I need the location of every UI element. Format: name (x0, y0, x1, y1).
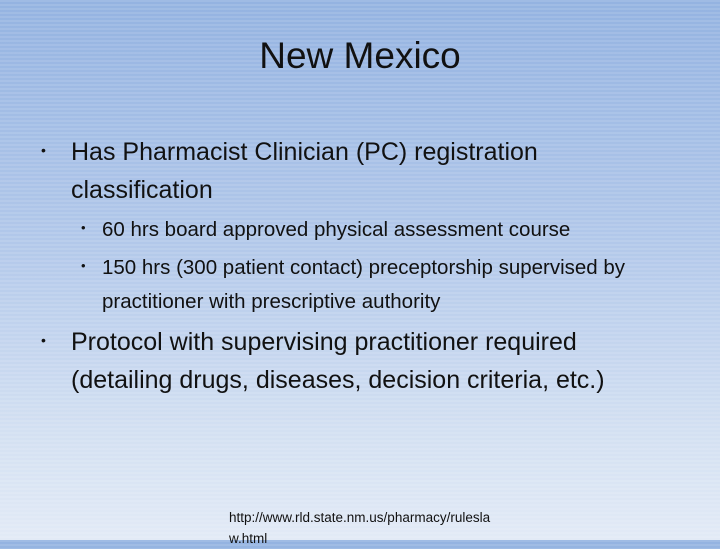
bullet-list: • Has Pharmacist Clinician (PC) registra… (0, 133, 720, 401)
bullet-marker: • (41, 332, 46, 348)
sub-bullet-text: 60 hrs board approved physical assessmen… (102, 218, 571, 241)
bullet-text: Has Pharmacist Clinician (PC) registrati… (71, 138, 538, 204)
sub-bullet-item: • 150 hrs (300 patient contact) precepto… (71, 251, 660, 319)
sub-bullet-marker: • (81, 220, 86, 235)
sub-bullet-list: • 60 hrs board approved physical assessm… (71, 213, 660, 319)
bullet-item: • Has Pharmacist Clinician (PC) registra… (0, 133, 720, 319)
sub-bullet-item: • 60 hrs board approved physical assessm… (71, 213, 660, 247)
sub-bullet-text: 150 hrs (300 patient contact) preceptors… (102, 256, 626, 313)
bullet-marker: • (41, 142, 46, 158)
sub-bullet-marker: • (81, 258, 86, 273)
slide: New Mexico • Has Pharmacist Clinician (P… (0, 0, 720, 546)
bullet-text: Protocol with supervising practitioner r… (71, 328, 605, 394)
bullet-item: • Protocol with supervising practitioner… (0, 323, 720, 399)
source-link[interactable]: http://www.rld.state.nm.us/pharmacy/rule… (229, 507, 499, 549)
slide-title: New Mexico (259, 35, 461, 76)
